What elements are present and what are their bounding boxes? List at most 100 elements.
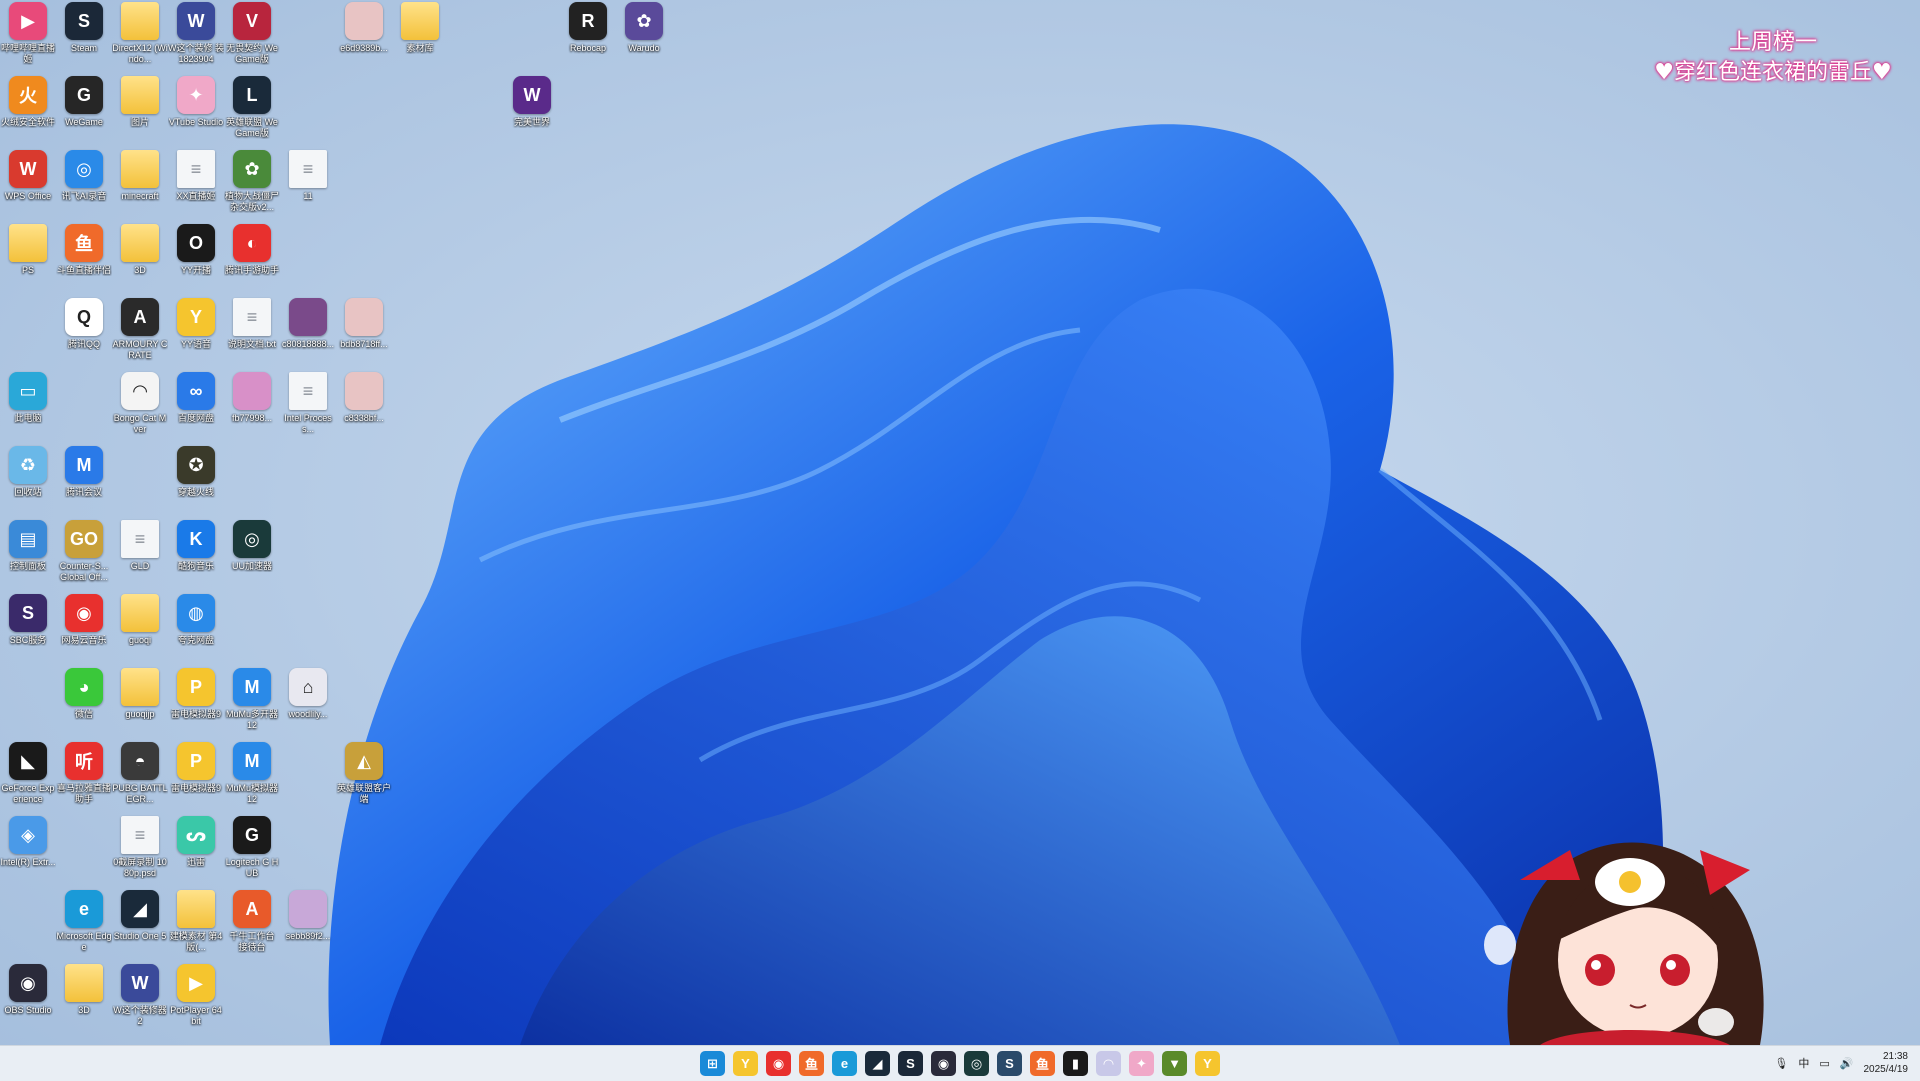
- desktop-icon[interactable]: 听喜马拉雅直播助手: [56, 742, 112, 816]
- terminal-icon[interactable]: ▮: [1063, 1051, 1088, 1076]
- ime-indicator[interactable]: 中: [1798, 1055, 1809, 1071]
- desktop-icon-label: 3D: [134, 265, 146, 275]
- steam-icon[interactable]: S: [898, 1051, 923, 1076]
- desktop-icon[interactable]: ▶ PotPlayer 64 bit: [168, 964, 224, 1038]
- desktop-icon[interactable]: A 千牛工作台 接待台: [224, 890, 280, 964]
- desktop-icon[interactable]: ✦ VTube Studio: [168, 76, 224, 150]
- desktop-icon[interactable]: W W这个装修器2: [112, 964, 168, 1038]
- desktop-icon-label: YY语音: [180, 339, 211, 349]
- desktop-icon[interactable]: ◉ 网易云音乐: [56, 594, 112, 668]
- desktop-icon[interactable]: 建模素材 第4版(...: [168, 890, 224, 964]
- app-icon: ◎: [233, 520, 271, 558]
- desktop-icon[interactable]: ≡ XX直播姬: [168, 150, 224, 224]
- desktop-icon[interactable]: c8338bf...: [336, 372, 392, 446]
- desktop-icon[interactable]: ⌂ woodlily...: [280, 668, 336, 742]
- desktop-icon[interactable]: ◎ UU加速器: [224, 520, 280, 594]
- desktop-icon[interactable]: V 无畏契约 WeGame版: [224, 2, 280, 76]
- stream-overlay-banner: 上周榜一 ♥穿红色连衣裙的雷丘♥: [1628, 28, 1918, 88]
- desktop-icon[interactable]: M MuMu模拟器12: [224, 742, 280, 816]
- desktop-icon[interactable]: 火火绒安全软件: [0, 76, 56, 150]
- steam-icon-2[interactable]: S: [997, 1051, 1022, 1076]
- desktop-icon[interactable]: ◍ 夸克网盘: [168, 594, 224, 668]
- desktop-icon[interactable]: G Logitech G HUB: [224, 816, 280, 890]
- desktop-icon[interactable]: ♻ 回收站: [0, 446, 56, 520]
- desktop-icon[interactable]: ◣ GeForce Experience: [0, 742, 56, 816]
- desktop-icon[interactable]: ◠ Bongo Cat Mver: [112, 372, 168, 446]
- clock[interactable]: 21:38 2025/4/19: [1864, 1050, 1909, 1076]
- desktop-icon[interactable]: Y YY语音: [168, 298, 224, 372]
- desktop-icon[interactable]: c80818888...: [280, 298, 336, 372]
- desktop-icon[interactable]: ✪ 穿越火线: [168, 446, 224, 520]
- desktop-icon[interactable]: ◭ 英雄联盟客户端: [336, 742, 392, 816]
- studio-one-icon[interactable]: ◢: [865, 1051, 890, 1076]
- desktop-icon[interactable]: R Rebocap: [560, 2, 616, 76]
- desktop-icon[interactable]: ᔕ 迅雷: [168, 816, 224, 890]
- desktop-icon[interactable]: M 腾讯会议: [56, 446, 112, 520]
- desktop-icon[interactable]: ◢ Studio One 5: [112, 890, 168, 964]
- bongo-cat-icon[interactable]: ◠: [1096, 1051, 1121, 1076]
- desktop-icon[interactable]: G WeGame: [56, 76, 112, 150]
- desktop-icon[interactable]: GO Counter-S... Global Off...: [56, 520, 112, 594]
- vtube-studio-icon[interactable]: ✦: [1129, 1051, 1154, 1076]
- desktop-icon[interactable]: 3D: [56, 964, 112, 1038]
- obs-icon[interactable]: ◉: [931, 1051, 956, 1076]
- desktop-icon[interactable]: K 酷狗音乐: [168, 520, 224, 594]
- desktop-icon[interactable]: ✿ Warudo: [616, 2, 672, 76]
- desktop-icon[interactable]: W WPS Office: [0, 150, 56, 224]
- desktop-icon[interactable]: bdb8718ff...: [336, 298, 392, 372]
- desktop-icon[interactable]: ◐ 腾讯手游助手: [224, 224, 280, 298]
- desktop-icon[interactable]: ◉ OBS Studio: [0, 964, 56, 1038]
- desktop-icon[interactable]: e6d9389b...: [336, 2, 392, 76]
- desktop-icon[interactable]: 图片: [112, 76, 168, 150]
- desktop-icon[interactable]: P 雷电模拟器9: [168, 668, 224, 742]
- edge-icon[interactable]: e: [832, 1051, 857, 1076]
- desktop-icon[interactable]: ≡ 11: [280, 150, 336, 224]
- desktop-icon[interactable]: L 英雄联盟 WeGame版: [224, 76, 280, 150]
- desktop-icon[interactable]: O YY开播: [168, 224, 224, 298]
- uu-booster-icon[interactable]: ◎: [964, 1051, 989, 1076]
- nvidia-icon[interactable]: ▼: [1162, 1051, 1187, 1076]
- douyu-icon[interactable]: 鱼: [799, 1051, 824, 1076]
- desktop-icon[interactable]: e Microsoft Edge: [56, 890, 112, 964]
- desktop-icon[interactable]: W 完美世界: [504, 76, 560, 150]
- desktop-icon[interactable]: ▤ 控制面板: [0, 520, 56, 594]
- desktop-icon[interactable]: DirectX12 (Windo...: [112, 2, 168, 76]
- desktop-icon-label: Intel Process...: [284, 413, 332, 434]
- desktop-icon[interactable]: ▭ 此电脑: [0, 372, 56, 446]
- desktop-icon[interactable]: ◈ Intel(R) Extr...: [0, 816, 56, 890]
- yy-voice-icon-2[interactable]: Y: [1195, 1051, 1220, 1076]
- desktop-icon[interactable]: 素材库: [392, 2, 448, 76]
- desktop-icon[interactable]: minecraft: [112, 150, 168, 224]
- desktop-icon[interactable]: P 雷电模拟器9: [168, 742, 224, 816]
- desktop-icon[interactable]: ≡ Intel Process...: [280, 372, 336, 446]
- netease-music-icon[interactable]: ◉: [766, 1051, 791, 1076]
- desktop-icon[interactable]: ≡ 说明文档.txt: [224, 298, 280, 372]
- desktop-icon[interactable]: W W这个装修 装 1823904: [168, 2, 224, 76]
- desktop-icon[interactable]: ◕ 微信: [56, 668, 112, 742]
- desktop-icon[interactable]: 鱼斗鱼直播伴侣: [56, 224, 112, 298]
- desktop-icon[interactable]: PS: [0, 224, 56, 298]
- desktop-icon[interactable]: S Steam: [56, 2, 112, 76]
- desktop-icon[interactable]: guoqi: [112, 594, 168, 668]
- desktop-icon[interactable]: ≡ GLD: [112, 520, 168, 594]
- desktop-icon[interactable]: Q 腾讯QQ: [56, 298, 112, 372]
- start-menu-icon[interactable]: ⊞: [700, 1051, 725, 1076]
- desktop-icon[interactable]: ∞ 百度网盘: [168, 372, 224, 446]
- network-icon[interactable]: ▭: [1819, 1057, 1829, 1070]
- desktop-icon[interactable]: A ARMOURY CRATE: [112, 298, 168, 372]
- desktop-icon[interactable]: M MuMu多开器12: [224, 668, 280, 742]
- desktop-icon[interactable]: S SBC服务: [0, 594, 56, 668]
- yy-voice-icon[interactable]: Y: [733, 1051, 758, 1076]
- desktop-icon[interactable]: ◎ 讯飞AI录音: [56, 150, 112, 224]
- desktop-icon[interactable]: ≡ 0截屏录制 1080p.psd: [112, 816, 168, 890]
- desktop-icon[interactable]: guoqijp: [112, 668, 168, 742]
- desktop-icon[interactable]: sebb89f2...: [280, 890, 336, 964]
- desktop-icon[interactable]: ▶ 哔哩哔哩直播姬: [0, 2, 56, 76]
- douyu-icon-2[interactable]: 鱼: [1030, 1051, 1055, 1076]
- microphone-icon[interactable]: 🎙: [1774, 1057, 1788, 1070]
- desktop-icon[interactable]: ✿ 植物大战僵尸杂交版v2...: [224, 150, 280, 224]
- desktop-icon[interactable]: ◓ PUBG BATTLEGR...: [112, 742, 168, 816]
- desktop-icon[interactable]: fb77998...: [224, 372, 280, 446]
- desktop-icon[interactable]: 3D: [112, 224, 168, 298]
- volume-icon[interactable]: 🔊: [1840, 1057, 1854, 1070]
